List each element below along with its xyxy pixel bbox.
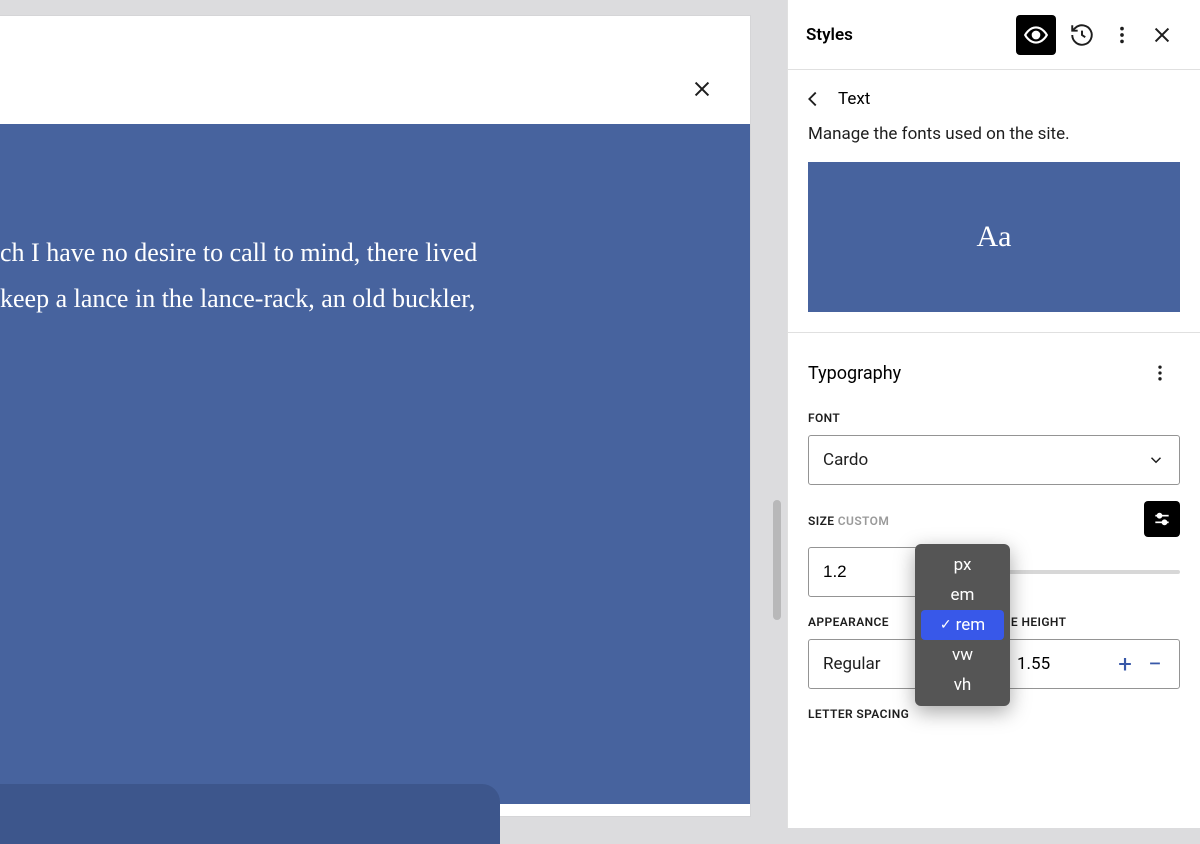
panel-description: Manage the fonts used on the site. — [788, 120, 1200, 162]
letterspacing-label: LETTER SPACING — [808, 707, 1180, 721]
sliders-icon — [1152, 509, 1172, 529]
size-presets-toggle[interactable] — [1144, 501, 1180, 537]
preview-glyph: Aa — [977, 220, 1012, 254]
more-vertical-icon — [1111, 24, 1133, 46]
chevron-left-icon — [802, 88, 824, 110]
unit-dropdown[interactable]: px em ✓rem vw vh — [915, 544, 1010, 706]
lineheight-label: NE HEIGHT — [1002, 615, 1180, 629]
editor-canvas: ch I have no desire to call to mind, the… — [0, 0, 787, 828]
panel-breadcrumb[interactable]: Text — [788, 70, 1200, 120]
breadcrumb-label: Text — [838, 89, 870, 109]
canvas-frame: ch I have no desire to call to mind, the… — [0, 16, 750, 816]
panel-more-button[interactable] — [1102, 15, 1142, 55]
font-family-select[interactable]: Cardo — [808, 435, 1180, 485]
close-panel-button[interactable] — [1142, 15, 1182, 55]
sample-text-line: ch I have no desire to call to mind, the… — [0, 230, 750, 276]
size-label-text: SIZE — [808, 514, 834, 528]
scrollbar-thumb[interactable] — [773, 500, 781, 620]
unit-option-rem[interactable]: ✓rem — [921, 610, 1004, 640]
unit-option-vw[interactable]: vw — [921, 640, 1004, 670]
unit-option-em[interactable]: em — [921, 580, 1004, 610]
unit-option-px[interactable]: px — [921, 550, 1004, 580]
eye-icon — [1023, 22, 1049, 48]
panel-title: Styles — [806, 25, 1016, 45]
unit-option-vh[interactable]: vh — [921, 670, 1004, 700]
typography-more-button[interactable] — [1140, 353, 1180, 393]
history-icon — [1069, 22, 1095, 48]
font-size-value[interactable] — [823, 562, 903, 582]
lineheight-stepper[interactable]: 1.55 + − — [1002, 639, 1180, 689]
close-preview-button[interactable] — [684, 71, 720, 107]
lineheight-value: 1.55 — [1003, 654, 1115, 674]
section-title: Typography — [808, 363, 901, 384]
font-preview-swatch[interactable]: Aa — [808, 162, 1180, 312]
font-label: FONT — [808, 411, 1180, 425]
font-size-input[interactable] — [808, 547, 918, 597]
revisions-button[interactable] — [1062, 15, 1102, 55]
chevron-down-icon — [1147, 451, 1165, 469]
appearance-value: Regular — [823, 654, 881, 674]
content-block: ch I have no desire to call to mind, the… — [0, 124, 750, 804]
sample-text-line: keep a lance in the lance-rack, an old b… — [0, 276, 750, 322]
close-icon — [1151, 24, 1173, 46]
lineheight-increment[interactable]: + — [1115, 650, 1135, 678]
lineheight-decrement[interactable]: − — [1145, 650, 1165, 678]
size-label: SIZE CUSTOM — [808, 514, 1128, 528]
close-icon — [691, 78, 713, 100]
style-book-toggle[interactable] — [1016, 15, 1056, 55]
check-icon: ✓ — [940, 617, 952, 633]
font-family-value: Cardo — [823, 450, 868, 470]
panel-header: Styles — [788, 0, 1200, 70]
decorative-block — [0, 784, 500, 844]
size-custom-tag: CUSTOM — [838, 514, 889, 528]
more-vertical-icon — [1150, 363, 1170, 383]
